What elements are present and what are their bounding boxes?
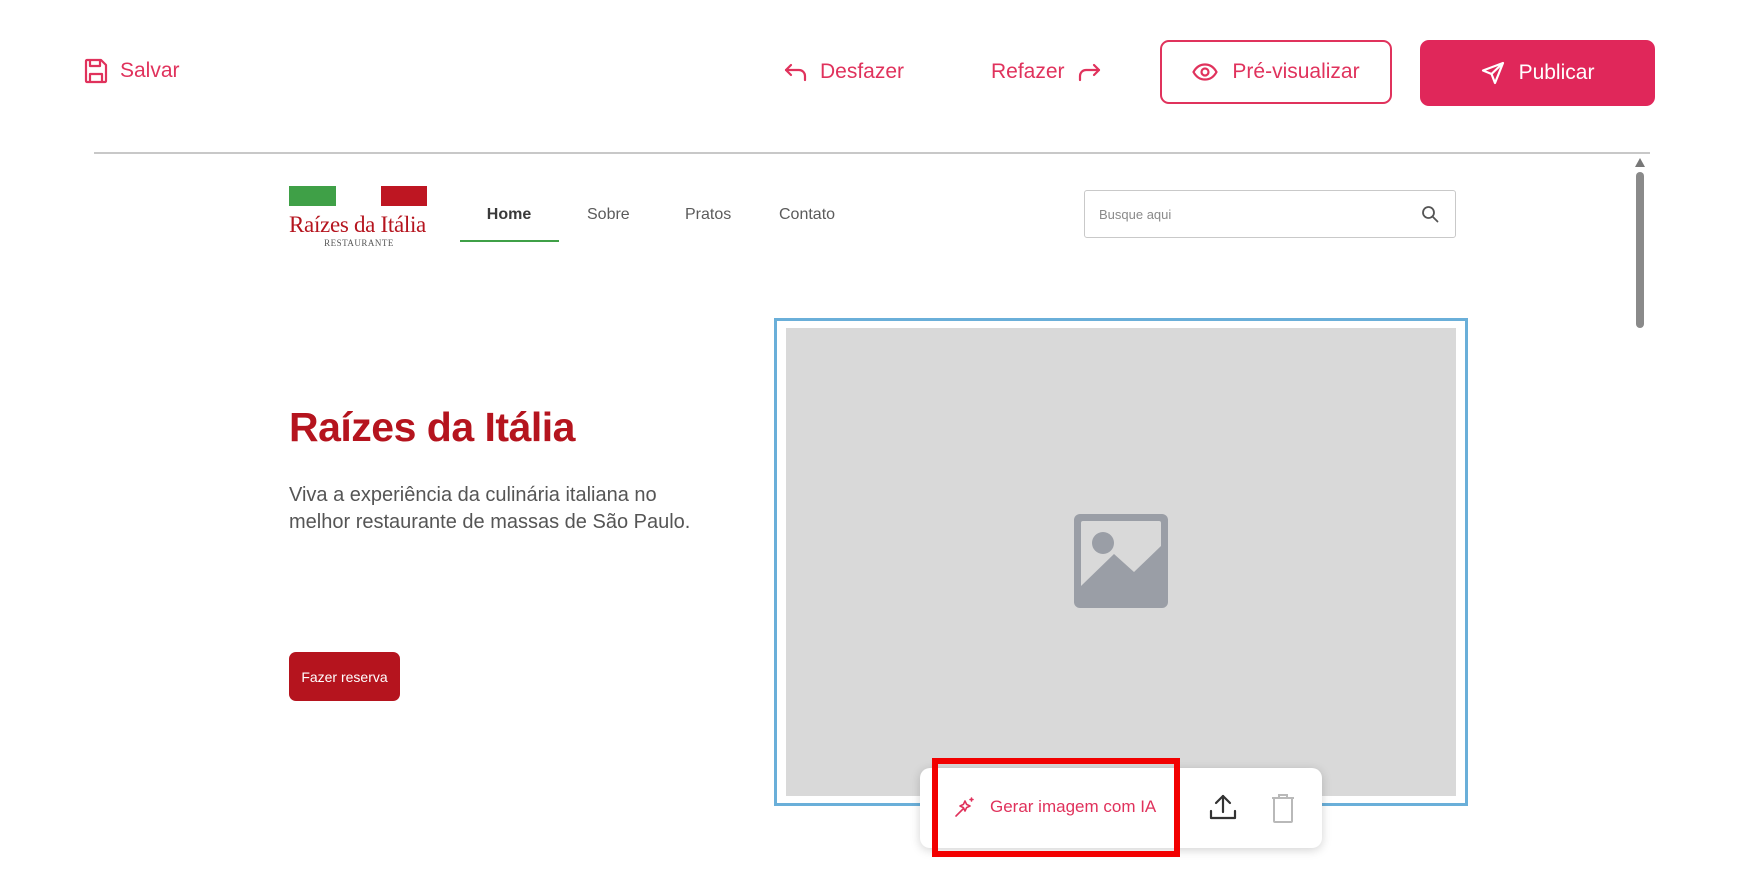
save-button[interactable]: Salvar (84, 58, 180, 84)
preview-button[interactable]: Pré-visualizar (1160, 40, 1392, 104)
preview-label: Pré-visualizar (1232, 60, 1360, 83)
nav-home[interactable]: Home (460, 206, 558, 224)
save-label: Salvar (120, 59, 180, 82)
publish-button[interactable]: Publicar (1420, 40, 1655, 106)
logo-name: Raízes da Itália (289, 212, 426, 237)
publish-label: Publicar (1518, 61, 1595, 84)
undo-icon (784, 62, 808, 82)
site-logo[interactable]: Raízes da Itália RESTAURANTE (289, 186, 429, 248)
send-icon (1481, 61, 1505, 85)
upload-icon[interactable] (1208, 792, 1238, 822)
save-icon (84, 58, 108, 84)
reservation-button[interactable]: Fazer reserva (289, 652, 400, 701)
toolbar-divider (94, 152, 1650, 154)
hero-title: Raízes da Itália (289, 404, 575, 450)
scrollbar-thumb[interactable] (1636, 172, 1644, 328)
eye-icon (1192, 63, 1219, 81)
nav-sobre[interactable]: Sobre (587, 206, 630, 224)
image-placeholder-icon (1074, 514, 1168, 608)
redo-button[interactable]: Refazer (991, 60, 1101, 84)
scroll-up-arrow[interactable] (1635, 158, 1645, 167)
redo-label: Refazer (991, 60, 1065, 83)
italian-flag-graphic (289, 186, 429, 208)
hero-description: Viva a experiência da culinária italiana… (289, 484, 691, 533)
nav-pratos[interactable]: Pratos (685, 206, 731, 224)
nav-active-indicator (460, 240, 559, 242)
trash-icon[interactable] (1270, 792, 1296, 824)
logo-subtitle: RESTAURANTE (324, 238, 394, 248)
search-icon[interactable] (1421, 205, 1439, 223)
undo-label: Desfazer (820, 60, 905, 83)
nav-contato[interactable]: Contato (779, 206, 835, 224)
site-search-input[interactable] (1099, 191, 1399, 237)
highlight-annotation (932, 758, 1180, 857)
undo-button[interactable]: Desfazer (784, 60, 904, 84)
redo-icon (1077, 62, 1101, 82)
site-search-box[interactable] (1084, 190, 1456, 238)
